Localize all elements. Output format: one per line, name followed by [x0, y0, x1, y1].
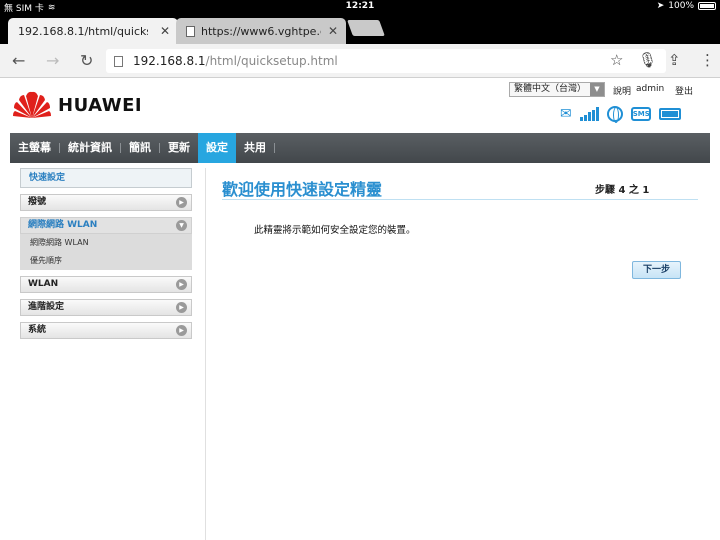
- main-navigation: 主螢幕 統計資訊 簡訊 更新 設定 共用: [10, 133, 710, 163]
- nav-share[interactable]: 共用: [236, 133, 274, 163]
- nav-update[interactable]: 更新: [160, 133, 198, 163]
- forward-arrow-icon[interactable]: →: [46, 51, 59, 70]
- battery-icon: [698, 2, 716, 10]
- nav-sms[interactable]: 簡訊: [121, 133, 159, 163]
- new-tab-button[interactable]: [347, 20, 385, 36]
- clock: 12:21: [345, 1, 375, 11]
- star-icon[interactable]: ☆: [610, 51, 623, 69]
- chevron-down-icon: ▼: [590, 83, 604, 96]
- sidebar-item-dial[interactable]: 撥號 ▶: [20, 194, 192, 211]
- sms-icon[interactable]: SMS: [630, 107, 651, 121]
- share-icon[interactable]: ⇪: [668, 51, 681, 69]
- reload-icon[interactable]: ↻: [80, 51, 93, 70]
- battery-status-icon: [658, 108, 681, 120]
- status-bar: 無 SIM 卡 ≋ 12:21 ➤ 100%: [0, 0, 720, 14]
- url-path: /html/quicksetup.html: [205, 54, 338, 68]
- step-indicator: 步驟 4 之 1: [595, 185, 650, 196]
- page-title: 歡迎使用快速設定精靈: [222, 180, 383, 199]
- language-select[interactable]: 繁體中文（台灣） ▼: [509, 82, 605, 97]
- sidebar-item-system[interactable]: 系統 ▶: [20, 322, 192, 339]
- sidebar-subitem-internet-wlan[interactable]: 網際網路 WLAN: [20, 234, 192, 252]
- sidebar-item-wlan[interactable]: WLAN ▶: [20, 276, 192, 293]
- help-link[interactable]: 說明: [613, 84, 631, 97]
- content-divider: [205, 168, 206, 540]
- mail-icon[interactable]: ✉: [560, 106, 572, 122]
- battery-percent: 100%: [668, 1, 694, 11]
- username: admin: [636, 84, 665, 94]
- tab-title: https://www6.vghtpe.gov.tw: [201, 24, 321, 38]
- sidebar-item-internet-wlan[interactable]: 網際網路 WLAN ▼: [20, 217, 192, 234]
- router-page: 繁體中文（台灣） ▼ 說明 admin 登出 HUAWEI ✉ SMS 主螢幕 …: [0, 78, 720, 540]
- microphone-icon[interactable]: 🎙: [638, 51, 657, 69]
- brand-name: HUAWEI: [58, 94, 143, 116]
- settings-sidebar: 快速設定 撥號 ▶ 網際網路 WLAN ▼ 網際網路 WLAN 優先順序 WLA…: [20, 168, 192, 345]
- location-icon: ➤: [656, 1, 665, 11]
- next-button[interactable]: 下一步: [632, 261, 681, 279]
- close-icon[interactable]: ✕: [328, 24, 338, 38]
- title-divider: [222, 199, 698, 200]
- browser-toolbar: ← → ↻ 192.168.8.1 /html/quicksetup.html …: [0, 44, 720, 78]
- page-icon: [114, 55, 123, 67]
- sidebar-group-internet-wlan: 網際網路 WLAN ▼ 網際網路 WLAN 優先順序: [20, 217, 192, 270]
- nav-statistics[interactable]: 統計資訊: [60, 133, 120, 163]
- wizard-description: 此精靈將示範如何安全設定您的裝置。: [254, 225, 416, 236]
- more-menu-icon[interactable]: ⋮: [700, 51, 715, 69]
- nav-settings[interactable]: 設定: [198, 133, 236, 163]
- logout-link[interactable]: 登出: [675, 84, 693, 97]
- expand-arrow-icon: ▶: [176, 279, 187, 290]
- signal-strength-icon: [579, 107, 599, 121]
- tab-strip: 192.168.8.1/html/quicksetu ✕ https://www…: [0, 14, 720, 44]
- device-status-icons: ✉ SMS: [560, 106, 681, 123]
- huawei-logo: HUAWEI: [12, 90, 142, 120]
- nav-home[interactable]: 主螢幕: [10, 133, 59, 163]
- tab-title: 192.168.8.1/html/quicksetu: [18, 24, 148, 38]
- expand-arrow-icon: ▶: [176, 302, 187, 313]
- expand-arrow-icon: ▶: [176, 325, 187, 336]
- sidebar-item-advanced[interactable]: 進階設定 ▶: [20, 299, 192, 316]
- close-icon[interactable]: ✕: [160, 24, 170, 38]
- globe-icon: [606, 106, 623, 123]
- address-bar[interactable]: 192.168.8.1 /html/quicksetup.html: [106, 49, 666, 73]
- url-host: 192.168.8.1: [133, 54, 206, 68]
- huawei-flower-icon: [13, 91, 51, 118]
- sidebar-subitem-priority[interactable]: 優先順序: [20, 252, 192, 270]
- page-icon: [186, 25, 195, 37]
- nav-separator: [274, 143, 275, 153]
- expand-arrow-icon: ▶: [176, 197, 187, 208]
- collapse-arrow-icon: ▼: [176, 220, 187, 231]
- tab-vghtpe[interactable]: https://www6.vghtpe.gov.tw ✕: [176, 18, 346, 44]
- tab-quicksetup[interactable]: 192.168.8.1/html/quicksetu ✕: [8, 18, 178, 44]
- back-arrow-icon[interactable]: ←: [12, 51, 25, 70]
- sidebar-item-quick-setup[interactable]: 快速設定: [20, 168, 192, 188]
